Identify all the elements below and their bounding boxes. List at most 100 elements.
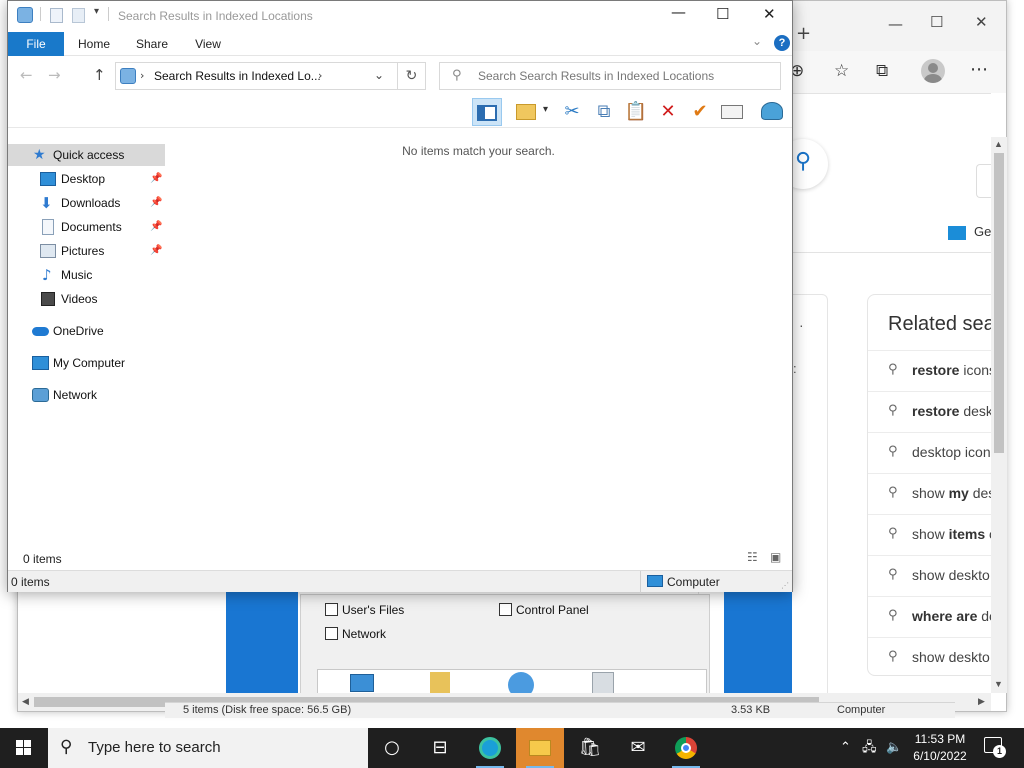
tab-home[interactable]: Home: [70, 32, 118, 56]
navigation-pane-button[interactable]: [472, 98, 502, 126]
chrome-icon[interactable]: [662, 728, 710, 768]
clock[interactable]: 11:53 PM 6/10/2022: [905, 731, 975, 765]
chevron-down-icon[interactable]: ▾: [543, 104, 548, 115]
breadcrumb[interactable]: Search Results in Indexed Lo...: [154, 69, 321, 83]
scroll-down-icon[interactable]: ▼: [994, 679, 1003, 689]
sidebar-item-network[interactable]: Network: [8, 384, 165, 406]
pin-icon[interactable]: 📌: [150, 192, 162, 214]
copy-icon[interactable]: ⧉: [589, 98, 619, 126]
taskbar-search[interactable]: ⚲ Type here to search: [48, 728, 368, 768]
sidebar-item-downloads[interactable]: ⬇ Downloads 📌: [8, 192, 165, 214]
tab-file[interactable]: File: [8, 32, 64, 56]
related-search-item[interactable]: ⚲show items o: [868, 514, 991, 555]
music-icon: ♪: [42, 266, 52, 284]
properties-icon[interactable]: [717, 98, 747, 126]
customize-quick-access-icon[interactable]: ▾: [94, 6, 99, 17]
search-folder-icon: [17, 7, 33, 23]
address-bar[interactable]: › Search Results in Indexed Lo... › ⌄: [115, 62, 398, 90]
sidebar-item-music[interactable]: ♪ Music: [8, 264, 165, 286]
sidebar-item-quick-access[interactable]: ★ Quick access: [8, 144, 165, 166]
volume-icon[interactable]: 🔈: [886, 728, 902, 768]
close-icon[interactable]: ✕: [763, 5, 776, 23]
maximize-icon[interactable]: ☐: [930, 13, 943, 31]
web-search-box[interactable]: [976, 164, 991, 198]
expand-ribbon-icon[interactable]: ⌄: [752, 34, 762, 48]
scrollbar-thumb[interactable]: [994, 153, 1004, 453]
sidebar-item-documents[interactable]: Documents 📌: [8, 216, 165, 238]
related-search-item[interactable]: ⚲restore icons: [868, 350, 991, 391]
help-button[interactable]: ?: [774, 35, 790, 51]
resize-grip-icon[interactable]: ⋰: [781, 581, 789, 590]
network-status-icon[interactable]: 🖧: [862, 728, 877, 768]
large-icons-view-icon[interactable]: ▣: [770, 550, 781, 564]
task-view-icon[interactable]: ⊟: [416, 728, 464, 768]
edge-icon[interactable]: [466, 728, 514, 768]
pin-icon[interactable]: 📌: [150, 168, 162, 190]
store-icon[interactable]: 🛍: [566, 728, 614, 768]
new-folder-button[interactable]: [511, 98, 541, 126]
forward-icon[interactable]: →: [48, 66, 61, 84]
collections-icon[interactable]: ⧉: [876, 61, 888, 81]
more-menu-icon[interactable]: ⋯: [970, 59, 988, 80]
mail-icon[interactable]: ✉: [614, 728, 662, 768]
search-input[interactable]: [478, 67, 768, 85]
sidebar-item-pictures[interactable]: Pictures 📌: [8, 240, 165, 262]
profile-avatar[interactable]: [921, 59, 945, 83]
checkbox-icon: [325, 603, 338, 616]
chevron-down-icon[interactable]: ⌄: [374, 68, 384, 82]
delete-icon[interactable]: ✕: [653, 98, 683, 126]
cortana-icon[interactable]: ○: [368, 728, 416, 768]
tab-share[interactable]: Share: [130, 32, 174, 56]
paste-icon[interactable]: 📋: [621, 98, 651, 126]
checkbox-icon: [325, 627, 338, 640]
back-icon[interactable]: ←: [20, 66, 33, 84]
file-explorer-icon[interactable]: [516, 728, 564, 768]
cut-icon[interactable]: ✂: [557, 98, 587, 126]
search-box[interactable]: ⚲: [439, 62, 781, 90]
scroll-left-icon[interactable]: ◀: [22, 696, 29, 707]
related-search-item[interactable]: ⚲ desktop icon: [868, 432, 991, 473]
sidebar-item-videos[interactable]: Videos: [8, 288, 165, 310]
new-folder-icon[interactable]: [72, 8, 85, 23]
minimize-icon[interactable]: —: [888, 15, 903, 33]
close-icon[interactable]: ✕: [975, 13, 988, 31]
minimize-icon[interactable]: —: [671, 3, 686, 21]
checkbox-network: Network: [325, 627, 386, 641]
search-icon: ⚲: [888, 403, 898, 418]
details-view-icon[interactable]: ☷: [747, 550, 758, 564]
properties-icon[interactable]: [50, 8, 63, 23]
pin-icon[interactable]: 📌: [150, 240, 162, 262]
vertical-scrollbar[interactable]: ▲ ▼: [991, 137, 1007, 693]
start-button[interactable]: [0, 728, 48, 768]
search-icon: ⚲: [888, 444, 898, 459]
scroll-up-icon[interactable]: ▲: [994, 139, 1003, 149]
search-icon: ⚲: [888, 608, 898, 623]
related-search-item[interactable]: ⚲ show deskto: [868, 555, 991, 596]
sidebar-item-desktop[interactable]: Desktop 📌: [8, 168, 165, 190]
related-search-item[interactable]: ⚲show my des: [868, 473, 991, 514]
explorer-titlebar[interactable]: ▾ Search Results in Indexed Locations — …: [8, 1, 792, 32]
file-list[interactable]: No items match your search.: [165, 128, 792, 569]
tab-view[interactable]: View: [186, 32, 230, 56]
breadcrumb-chevron-icon[interactable]: ›: [318, 69, 322, 82]
maximize-icon[interactable]: ☐: [716, 5, 729, 23]
new-tab-icon[interactable]: +: [796, 23, 811, 44]
sidebar-item-my-computer[interactable]: My Computer: [8, 352, 165, 374]
favorites-icon[interactable]: ☆: [834, 61, 849, 81]
rename-icon[interactable]: ✔: [685, 98, 715, 126]
related-search-item[interactable]: ⚲ show deskto: [868, 637, 991, 675]
network-icon: [32, 388, 49, 402]
shell-icon[interactable]: [757, 98, 787, 126]
desktop-icon: [40, 172, 56, 186]
breadcrumb-chevron-icon[interactable]: ›: [140, 69, 144, 82]
show-hidden-icons-icon[interactable]: ⌃: [840, 728, 851, 768]
pin-icon[interactable]: 📌: [150, 216, 162, 238]
notification-center-icon[interactable]: 1: [983, 736, 1006, 758]
tab-link[interactable]: Ge: [948, 224, 991, 240]
related-search-item[interactable]: ⚲where are de: [868, 596, 991, 637]
scroll-right-icon[interactable]: ▶: [978, 696, 985, 707]
sidebar-item-onedrive[interactable]: OneDrive: [8, 320, 165, 342]
up-icon[interactable]: ↑: [93, 66, 106, 84]
refresh-button[interactable]: ↻: [398, 62, 426, 90]
related-search-item[interactable]: ⚲ restore desk: [868, 391, 991, 432]
